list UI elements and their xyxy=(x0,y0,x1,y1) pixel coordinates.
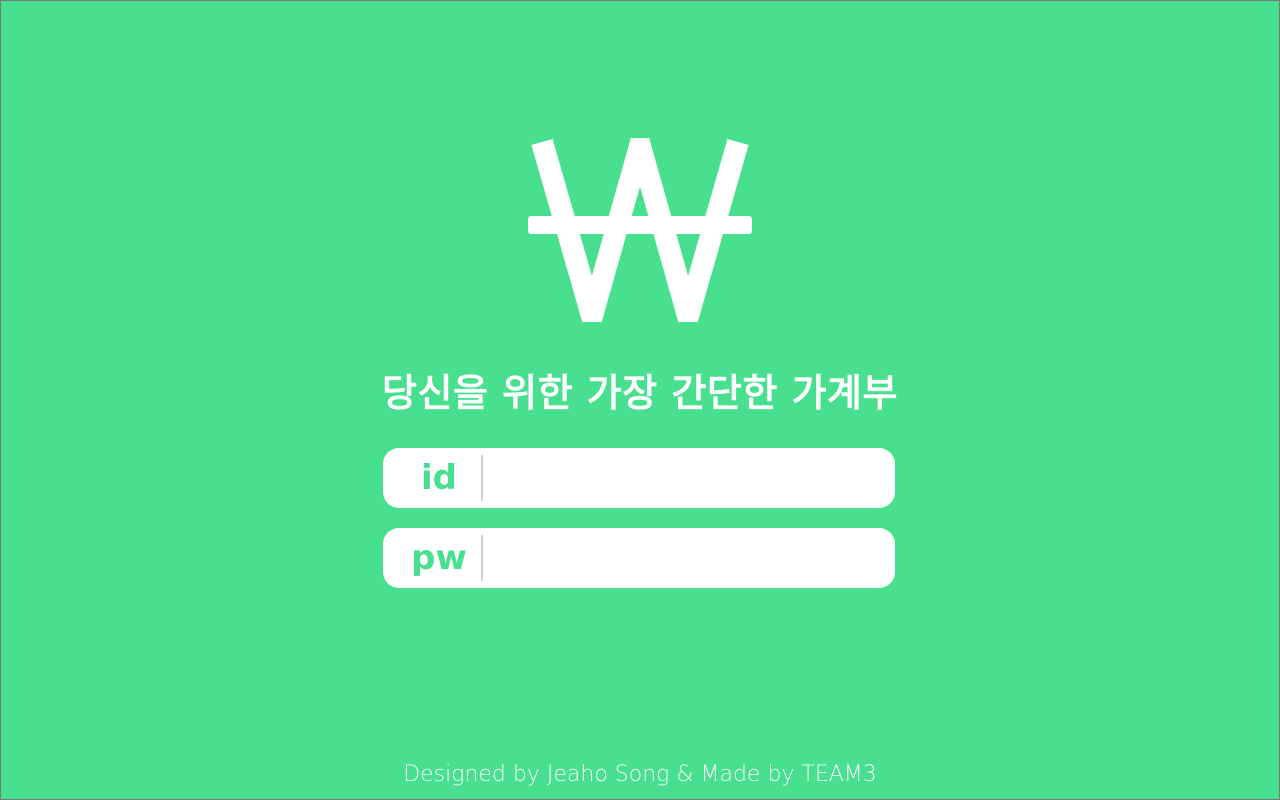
id-field[interactable]: id xyxy=(383,448,895,508)
field-divider xyxy=(481,535,483,581)
footer-credits: Designed by Jeaho Song & Made by TEAM3 xyxy=(403,762,877,787)
id-input[interactable] xyxy=(487,454,883,502)
tagline: 당신을 위한 가장 간단한 가계부 xyxy=(382,371,898,415)
won-sign-icon xyxy=(528,138,752,322)
field-divider xyxy=(481,455,483,501)
pw-field[interactable]: pw xyxy=(383,528,895,588)
id-label: id xyxy=(421,458,457,498)
pw-label: pw xyxy=(411,538,467,578)
password-input[interactable] xyxy=(487,534,883,582)
